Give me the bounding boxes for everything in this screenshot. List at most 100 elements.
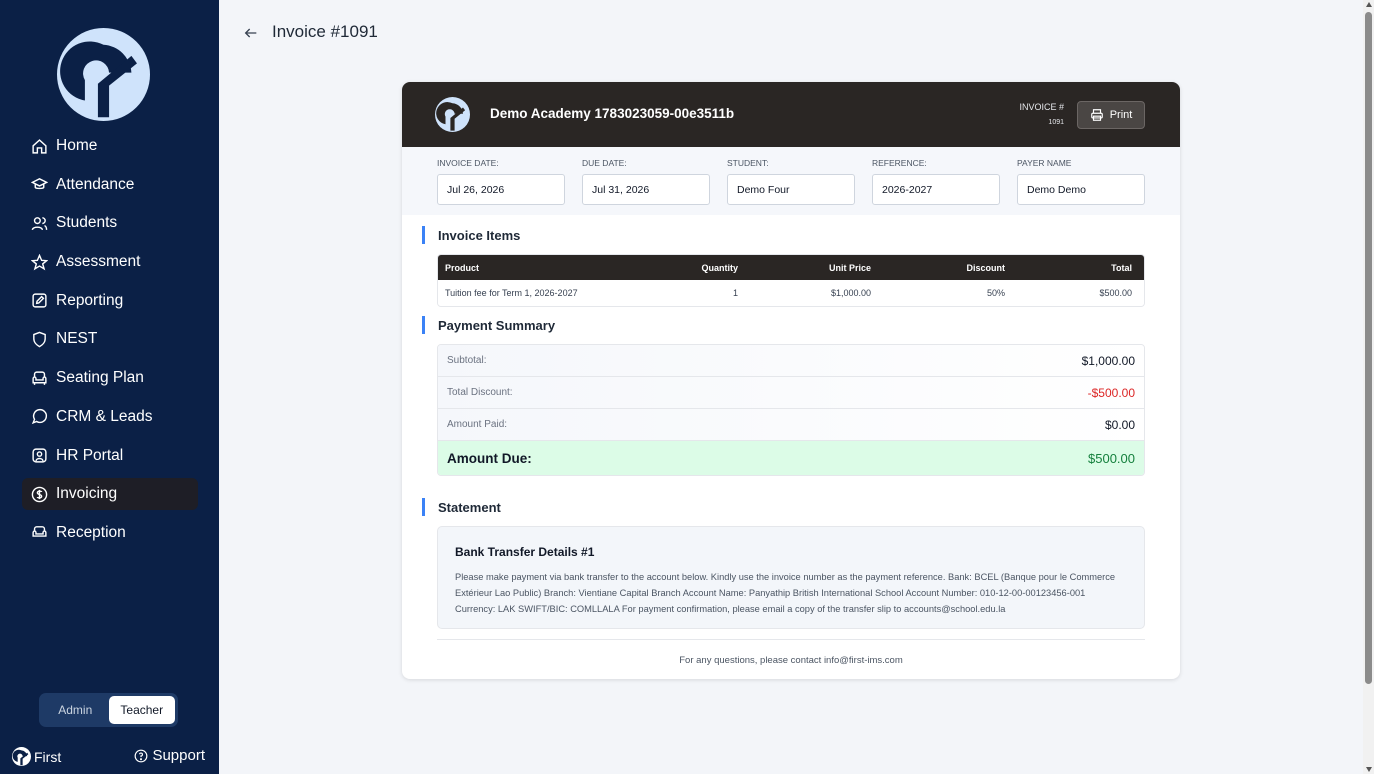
column-header-total: Total — [1111, 262, 1132, 273]
field-label: REFERENCE: — [872, 158, 927, 168]
sidebar-item-label: CRM & Leads — [56, 407, 153, 425]
invoice-items-title: Invoice Items — [422, 226, 520, 244]
sidebar-nav: Home Attendance Students Assessment Repo… — [22, 130, 198, 556]
sidebar-item-label: Invoicing — [56, 485, 118, 503]
star-icon — [30, 253, 48, 271]
sidebar-item-label: Home — [56, 137, 98, 154]
first-logo-icon — [57, 28, 150, 121]
sidebar-item-students[interactable]: Students — [22, 207, 198, 239]
edit-document-icon — [30, 292, 48, 310]
app-logo[interactable] — [57, 28, 150, 121]
due-date-input[interactable]: Jul 31, 2026 — [582, 174, 710, 205]
scroll-down-icon[interactable] — [1366, 767, 1372, 772]
invoice-header: Demo Academy 1783023059-00e3511b INVOICE… — [402, 82, 1180, 147]
sidebar-item-hr-portal[interactable]: HR Portal — [22, 440, 198, 472]
sidebar-item-reception[interactable]: Reception — [22, 517, 198, 549]
sidebar-item-home[interactable]: Home — [22, 130, 198, 162]
invoice-date-input[interactable]: Jul 26, 2026 — [437, 174, 565, 205]
support-label: Support — [152, 747, 205, 764]
sidebar-item-crm-leads[interactable]: CRM & Leads — [22, 401, 198, 433]
sidebar-item-assessment[interactable]: Assessment — [22, 246, 198, 278]
payment-summary: Subtotal: $1,000.00 Total Discount: -$50… — [437, 344, 1145, 476]
role-toggle: Admin Teacher — [39, 693, 178, 727]
invoice-number-label: INVOICE # — [1019, 102, 1064, 112]
back-button[interactable] — [242, 25, 260, 41]
sidebar-item-label: Reception — [56, 523, 126, 541]
field-label: PAYER NAME — [1017, 158, 1072, 168]
academy-logo — [435, 97, 470, 132]
student-input[interactable]: Demo Four — [727, 174, 855, 205]
sidebar-item-nest[interactable]: NEST — [22, 323, 198, 355]
discount-label: Total Discount: — [447, 387, 513, 398]
scrollbar-thumb[interactable] — [1365, 12, 1372, 684]
amount-due-label: Amount Due: — [447, 450, 532, 466]
page-title: Invoice #1091 — [272, 22, 378, 41]
sidebar-item-label: Attendance — [56, 175, 135, 193]
armchair-icon — [30, 369, 48, 387]
statement-title: Statement — [422, 498, 501, 516]
scroll-up-icon[interactable] — [1366, 2, 1372, 7]
page-scrollbar[interactable] — [1363, 0, 1374, 774]
footer-contact: For any questions, please contact info@f… — [679, 655, 903, 666]
column-header-product: Product — [445, 262, 480, 273]
cell-total: $500.00 — [1099, 288, 1132, 298]
field-label: STUDENT: — [727, 158, 769, 168]
user-square-icon — [30, 447, 48, 465]
help-circle-icon — [135, 749, 148, 762]
column-header-unit-price: Unit Price — [828, 262, 871, 273]
statement-heading: Bank Transfer Details #1 — [455, 545, 595, 559]
sidebar-item-label: Students — [56, 214, 118, 232]
users-icon — [30, 214, 48, 232]
academy-name: Demo Academy 1783023059-00e3511b — [490, 106, 735, 121]
role-teacher-button[interactable]: Teacher — [108, 696, 175, 724]
sofa-icon — [30, 524, 48, 542]
reference-input[interactable]: 2026-2027 — [872, 174, 1000, 205]
sidebar: Home Attendance Students Assessment Repo… — [0, 0, 219, 774]
amount-due-row: Amount Due: $500.00 — [438, 441, 1144, 475]
graduation-cap-icon — [30, 176, 48, 194]
subtotal-row: Subtotal: $1,000.00 — [438, 345, 1144, 377]
brand-footer[interactable]: First — [12, 747, 61, 766]
column-header-discount: Discount — [966, 262, 1005, 273]
invoice-number-value: 1091 — [1048, 119, 1064, 126]
sidebar-item-label: HR Portal — [56, 446, 124, 464]
statement-text: Please make payment via bank transfer to… — [455, 572, 1116, 614]
first-logo-icon — [435, 97, 470, 132]
sidebar-item-label: Reporting — [56, 291, 124, 309]
payment-summary-title: Payment Summary — [422, 316, 555, 334]
sidebar-item-reporting[interactable]: Reporting — [22, 285, 198, 317]
sidebar-item-label: Assessment — [56, 253, 141, 271]
cell-discount: 50% — [986, 288, 1005, 298]
field-label: INVOICE DATE: — [437, 158, 499, 168]
cell-quantity: 1 — [732, 288, 738, 298]
invoice-meta: INVOICE DATE: Jul 26, 2026 DUE DATE: Jul… — [402, 147, 1180, 215]
home-icon — [30, 137, 48, 155]
print-button[interactable]: Print — [1077, 101, 1145, 129]
payer-name-input[interactable]: Demo Demo — [1017, 174, 1145, 205]
discount-row: Total Discount: -$500.00 — [438, 377, 1144, 409]
cell-product: Tuition fee for Term 1, 2026-2027 — [445, 288, 578, 298]
sidebar-item-label: NEST — [56, 330, 98, 348]
amount-paid-row: Amount Paid: $0.00 — [438, 409, 1144, 441]
subtotal-label: Subtotal: — [447, 355, 487, 366]
field-label: DUE DATE: — [582, 158, 627, 168]
print-label: Print — [1109, 109, 1133, 121]
role-admin-button[interactable]: Admin — [42, 696, 109, 724]
brand-name: First — [34, 748, 62, 765]
discount-value: -$500.00 — [1087, 385, 1135, 400]
dollar-circle-icon — [30, 485, 48, 503]
invoice-card: Demo Academy 1783023059-00e3511b INVOICE… — [402, 82, 1180, 679]
message-circle-icon — [30, 408, 48, 426]
printer-icon — [1090, 109, 1103, 121]
statement-box: Bank Transfer Details #1 Please make pay… — [437, 526, 1145, 629]
sidebar-item-invoicing[interactable]: Invoicing — [22, 478, 198, 511]
support-link[interactable]: Support — [134, 747, 205, 764]
cell-unit-price: $1,000.00 — [830, 288, 871, 298]
footer-divider — [437, 639, 1145, 640]
amount-paid-value: $0.00 — [1104, 417, 1135, 432]
arrow-left-icon — [244, 28, 257, 38]
sidebar-item-attendance[interactable]: Attendance — [22, 169, 198, 201]
first-logo-icon — [12, 747, 31, 766]
sidebar-item-seating-plan[interactable]: Seating Plan — [22, 362, 198, 394]
amount-paid-label: Amount Paid: — [447, 419, 508, 430]
